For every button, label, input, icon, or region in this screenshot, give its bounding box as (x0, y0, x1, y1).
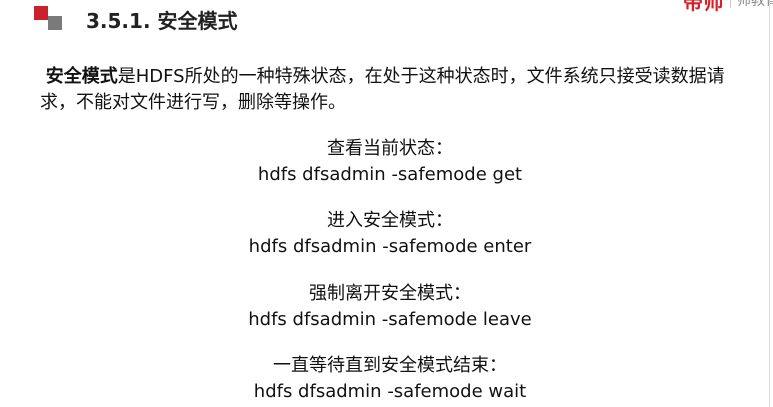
command-code: hdfs dfsadmin -safemode get (257, 164, 523, 185)
brand-logo: 带师 师教育 (683, 0, 773, 14)
command-label: 一直等待直到安全模式结束： (273, 355, 507, 376)
command-code: hdfs dfsadmin -safemode leave (248, 309, 532, 330)
intro-term: 安全模式 (45, 66, 118, 87)
command-code: hdfs dfsadmin -safemode wait (253, 381, 527, 402)
slide: 3.5.1. 安全模式 带师 师教育 安全模式是HDFS所处的一种特殊状态，在处于… (0, 0, 773, 407)
command-code: hdfs dfsadmin -safemode enter (248, 236, 532, 257)
command-block-get: 查看当前状态： hdfs dfsadmin -safemode get (0, 136, 773, 188)
slide-title: 3.5.1. 安全模式 (86, 9, 238, 33)
red-square-icon (34, 6, 48, 20)
brand-subtext: 师教育 (737, 0, 773, 8)
gray-square-icon (48, 16, 62, 30)
title-decoration (34, 6, 70, 30)
right-border (769, 0, 770, 407)
command-block-wait: 一直等待直到安全模式结束： hdfs dfsadmin -safemode wa… (0, 353, 773, 405)
command-label: 查看当前状态： (327, 138, 453, 159)
brand-separator (730, 0, 731, 8)
intro-text: 是HDFS所处的一种特殊状态，在处于这种状态时，文件系统只接受读数据请求，不能对… (40, 66, 725, 113)
command-label: 强制离开安全模式： (309, 283, 471, 304)
command-block-leave: 强制离开安全模式： hdfs dfsadmin -safemode leave (0, 281, 773, 333)
command-block-enter: 进入安全模式： hdfs dfsadmin -safemode enter (0, 208, 773, 260)
command-label: 进入安全模式： (327, 210, 453, 231)
intro-paragraph: 安全模式是HDFS所处的一种特殊状态，在处于这种状态时，文件系统只接受读数据请求… (40, 64, 740, 116)
brand-text: 带师 (683, 0, 724, 14)
